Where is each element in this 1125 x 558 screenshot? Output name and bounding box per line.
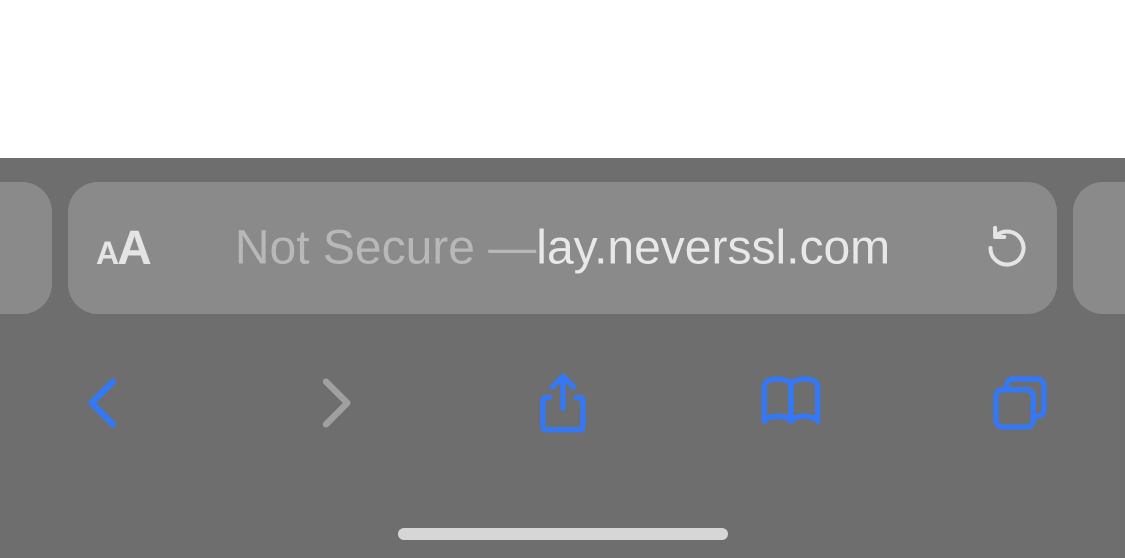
security-status-label: Not Secure — xyxy=(235,221,536,276)
text-size-large-a: A xyxy=(117,221,150,276)
reload-icon xyxy=(985,226,1029,270)
bookmarks-button[interactable] xyxy=(756,368,826,438)
forward-icon xyxy=(302,371,366,435)
share-button[interactable] xyxy=(528,368,598,438)
next-tab-peek[interactable] xyxy=(1073,182,1125,314)
share-icon xyxy=(531,371,595,435)
address-text: Not Secure — lay.neverssl.com xyxy=(235,221,890,276)
home-indicator[interactable] xyxy=(398,528,728,540)
book-icon xyxy=(759,371,823,435)
page-content-area xyxy=(0,0,1125,158)
address-row: AA Not Secure — lay.neverssl.com xyxy=(0,182,1125,314)
address-bar[interactable]: AA Not Secure — lay.neverssl.com xyxy=(68,182,1057,314)
prev-tab-peek[interactable] xyxy=(0,182,52,314)
bottom-toolbar xyxy=(0,358,1125,448)
browser-chrome: AA Not Secure — lay.neverssl.com xyxy=(0,158,1125,558)
reload-button[interactable] xyxy=(985,226,1029,270)
back-icon xyxy=(73,371,137,435)
tabs-button[interactable] xyxy=(985,368,1055,438)
url-text: lay.neverssl.com xyxy=(536,221,890,276)
text-size-small-a: A xyxy=(96,235,117,272)
back-button[interactable] xyxy=(70,368,140,438)
tabs-icon xyxy=(988,371,1052,435)
text-size-button[interactable]: AA xyxy=(96,221,150,276)
forward-button xyxy=(299,368,369,438)
